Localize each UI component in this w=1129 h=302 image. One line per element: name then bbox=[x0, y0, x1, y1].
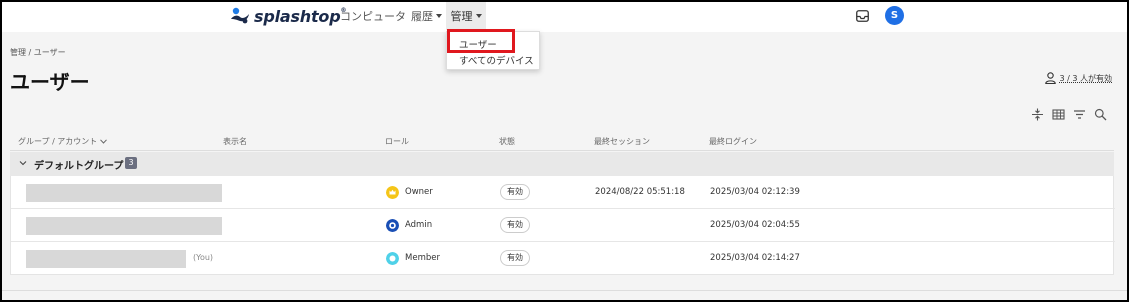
menu-item-all-devices[interactable]: すべてのデバイス bbox=[459, 53, 534, 67]
divider bbox=[2, 290, 1127, 291]
owner-role-icon bbox=[386, 186, 399, 199]
table-row[interactable]: Owner 有効 2024/08/22 05:51:18 2025/03/04 … bbox=[11, 176, 1115, 209]
column-header-role[interactable]: ロール bbox=[385, 136, 409, 147]
status-badge: 有効 bbox=[500, 250, 530, 266]
redacted-account-name bbox=[26, 184, 222, 202]
chevron-down-icon bbox=[436, 14, 442, 18]
main-content: 管理 / ユーザー ユーザー 3 / 3 人が有効 グループ / アカウント 表… bbox=[2, 32, 1127, 300]
last-login-time: 2025/03/04 02:04:55 bbox=[710, 220, 800, 230]
nav-admin[interactable]: 管理 bbox=[446, 2, 486, 30]
active-users-count[interactable]: 3 / 3 人が有効 bbox=[1045, 72, 1112, 84]
role-label: Owner bbox=[405, 187, 433, 197]
redacted-account-name bbox=[26, 217, 222, 235]
column-header-display-name[interactable]: 表示名 bbox=[223, 136, 247, 147]
chevron-down-icon bbox=[475, 14, 482, 18]
table-row[interactable]: (You) Member 有効 2025/03/04 02:14:27 bbox=[11, 242, 1115, 275]
status-badge: 有効 bbox=[500, 217, 530, 233]
status-badge: 有効 bbox=[500, 184, 530, 200]
group-count-badge: 3 bbox=[125, 157, 137, 169]
member-role-icon bbox=[386, 252, 399, 265]
group-name: デフォルトグループ bbox=[34, 161, 124, 172]
current-user-marker: (You) bbox=[193, 253, 214, 262]
column-header-last-session[interactable]: 最終セッション bbox=[594, 136, 650, 147]
nav-history[interactable]: 履歴 bbox=[411, 2, 442, 30]
last-login-time: 2025/03/04 02:14:27 bbox=[710, 253, 800, 263]
table-columns-icon[interactable] bbox=[1052, 108, 1065, 121]
chevron-down-icon[interactable] bbox=[19, 159, 27, 167]
splashtop-logo[interactable]: splashtop® bbox=[229, 5, 346, 27]
table-row[interactable]: Admin 有効 2025/03/04 02:04:55 bbox=[11, 209, 1115, 242]
nav-computers[interactable]: コンピュータ bbox=[340, 2, 406, 30]
role-label: Admin bbox=[405, 220, 433, 230]
page-title: ユーザー bbox=[10, 70, 90, 94]
highlight-annotation-box bbox=[447, 29, 515, 53]
column-header-status[interactable]: 状態 bbox=[499, 136, 515, 147]
filter-icon[interactable] bbox=[1073, 108, 1086, 121]
breadcrumb[interactable]: 管理 / ユーザー bbox=[10, 47, 66, 58]
table-header: グループ / アカウント 表示名 ロール 状態 最終セッション 最終ログイン bbox=[10, 128, 1114, 151]
last-session-time: 2024/08/22 05:51:18 bbox=[595, 187, 685, 197]
logo-text: splashtop® bbox=[254, 6, 347, 26]
redacted-account-name bbox=[26, 250, 186, 268]
compress-rows-icon[interactable] bbox=[1031, 108, 1044, 121]
chevron-down-icon bbox=[99, 139, 107, 144]
search-icon[interactable] bbox=[1094, 108, 1107, 121]
column-header-group-account[interactable]: グループ / アカウント bbox=[18, 136, 107, 147]
person-icon bbox=[1045, 72, 1057, 84]
user-table-body: Owner 有効 2024/08/22 05:51:18 2025/03/04 … bbox=[10, 176, 1115, 275]
splashtop-logo-icon bbox=[231, 7, 249, 24]
column-header-last-login[interactable]: 最終ログイン bbox=[709, 136, 757, 147]
app-window: splashtop® コンピュータ 履歴 管理 S ユーザー すべてのデバイス … bbox=[0, 0, 1129, 302]
admin-role-icon bbox=[386, 219, 399, 232]
role-label: Member bbox=[405, 253, 440, 263]
table-toolbar bbox=[1031, 108, 1107, 121]
inbox-icon[interactable] bbox=[856, 10, 869, 22]
user-avatar[interactable]: S bbox=[885, 6, 904, 25]
top-navigation-bar: splashtop® コンピュータ 履歴 管理 S bbox=[2, 2, 1127, 32]
group-row[interactable]: デフォルトグループ 3 bbox=[10, 152, 1114, 176]
last-login-time: 2025/03/04 02:12:39 bbox=[710, 187, 800, 197]
